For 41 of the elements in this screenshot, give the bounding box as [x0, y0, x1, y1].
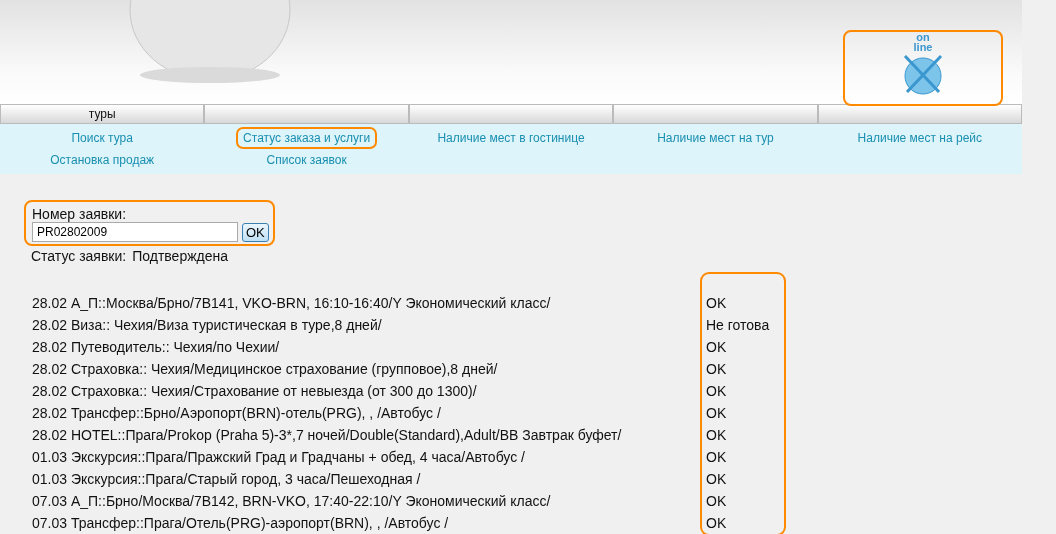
service-description: 28.02 Страховка:: Чехия/Медицинское страхование (групповое),8 дней/: [32, 360, 499, 379]
nav-link[interactable]: Наличие мест на тур: [650, 127, 781, 149]
service-description: 28.02 Путеводитель:: Чехия/по Чехии/: [32, 338, 281, 357]
service-status: OK: [706, 360, 728, 379]
service-status: OK: [706, 470, 728, 489]
service-status: OK: [706, 294, 728, 313]
service-status: OK: [706, 492, 728, 511]
service-description: 07.03 А_П::Брно/Москва/7B142, BRN-VKO, 17:40-22:10/Y Экономический класс/: [32, 492, 552, 511]
nav-link[interactable]: Наличие мест в гостинице: [430, 127, 592, 149]
menu-tab[interactable]: [408, 104, 614, 124]
nav-link[interactable]: Поиск тура: [64, 127, 140, 149]
service-status: OK: [706, 382, 728, 401]
nav-link[interactable]: Статус заказа и услуги: [236, 127, 378, 149]
order-number-label: Номер заявки:: [32, 206, 128, 222]
service-status: OK: [706, 426, 728, 445]
service-status: OK: [706, 404, 728, 423]
menu-tab[interactable]: [613, 104, 818, 124]
service-description: 28.02 Страховка:: Чехия/Страхование от невыезда (от 300 до 1300)/: [32, 382, 478, 401]
menu-tab[interactable]: [817, 104, 1023, 124]
nav-link[interactable]: Список заявок: [259, 149, 354, 171]
nav-link[interactable]: Остановка продаж: [43, 149, 162, 171]
nav-link[interactable]: Наличие мест на рейс: [850, 127, 990, 149]
service-status: OK: [706, 514, 728, 533]
service-description: 28.02 HOTEL::Прага/Prokop (Praha 5)-3*,7 ночей/Double(Standard),Adult/BB Завтрак буфет/: [32, 426, 623, 445]
menu-tab[interactable]: [204, 104, 409, 124]
service-description: 01.03 Экскурсия::Прага/Старый город, 3 часа/Пешеходная /: [32, 470, 422, 489]
service-description: 28.02 Виза:: Чехия/Виза туристическая в туре,8 дней/: [32, 316, 383, 335]
service-description: 07.03 Трансфер::Прага/Отель(PRG)-аэропорт(BRN), , /Автобус /: [32, 514, 450, 533]
badge-text: on: [916, 32, 930, 42]
service-status: OK: [706, 338, 728, 357]
service-status: Не готова: [706, 316, 771, 335]
menu-tab[interactable]: туры: [0, 104, 205, 124]
order-status-value: Подтверждена: [132, 248, 229, 264]
badge-text: line: [913, 42, 933, 52]
order-number-field[interactable]: PR02802009: [32, 222, 238, 242]
ok-button[interactable]: OK: [242, 222, 269, 242]
service-status: OK: [706, 448, 728, 467]
service-description: 28.02 А_П::Москва/Брно/7B141, VKO-BRN, 16:10-16:40/Y Экономический класс/: [32, 294, 552, 313]
order-status-label: Статус заявки:: [31, 248, 127, 264]
service-description: 28.02 Трансфер::Брно/Аэропорт(BRN)-отель(PRG), , /Автобус /: [32, 404, 442, 423]
service-description: 01.03 Экскурсия::Прага/Пражский Град и Градчаны + обед, 4 часа/Автобус /: [32, 448, 526, 467]
